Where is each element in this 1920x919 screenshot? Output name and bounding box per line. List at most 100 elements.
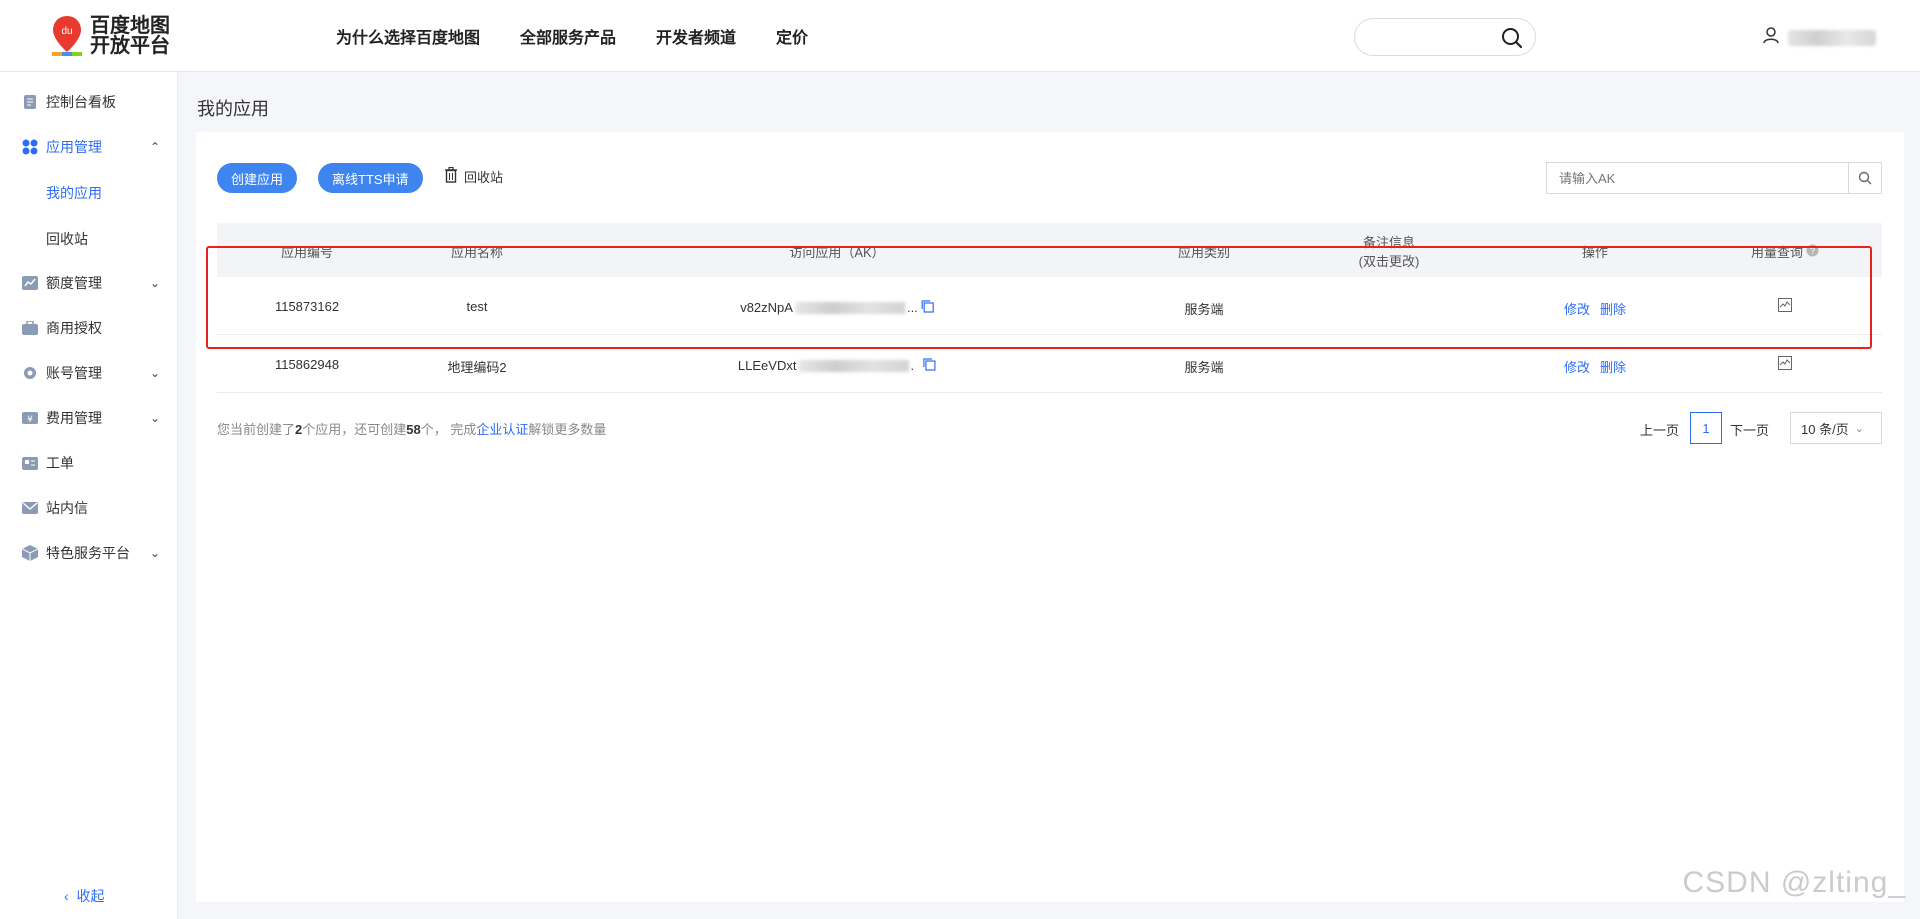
cell-app-type: 服务端	[1184, 302, 1224, 317]
trash-icon	[444, 166, 458, 186]
sidebar-collapse-button[interactable]: ‹ 收起	[64, 886, 104, 906]
ticket-card-icon	[22, 455, 38, 471]
sidebar-item-dashboard[interactable]: 控制台看板	[0, 80, 178, 124]
cell-remark[interactable]	[1309, 299, 1469, 315]
nav-why-baidu-map[interactable]: 为什么选择百度地图	[336, 24, 480, 48]
remark-header-line1: 备注信息	[1362, 235, 1416, 250]
create-app-button[interactable]: 创建应用	[217, 163, 298, 193]
cell-app-id: 115873162	[274, 299, 340, 314]
sidebar-item-label: 控制台看板	[46, 94, 116, 110]
next-page-button[interactable]: 下一页	[1730, 420, 1769, 439]
prev-page-button[interactable]: 上一页	[1640, 420, 1679, 439]
column-header-app-type: 应用类别	[1177, 245, 1231, 260]
sidebar-item-featured-services[interactable]: 特色服务平台 ⌄	[0, 531, 178, 575]
username-redacted	[1788, 29, 1876, 46]
cell-remark[interactable]	[1309, 357, 1469, 373]
quota-text: 个， 完成	[420, 422, 477, 437]
nav-all-products[interactable]: 全部服务产品	[520, 24, 616, 48]
sidebar-item-billing[interactable]: ¥ 费用管理 ⌄	[0, 396, 178, 440]
quota-text: 个应用，还可创建	[302, 422, 407, 437]
nav-developer-channel[interactable]: 开发者频道	[656, 24, 736, 48]
ak-value-prefix: v82zNpA	[740, 300, 793, 315]
table-header: 应用编号 应用名称 访问应用（AK） 应用类别 备注信息 (双击更改) 操作 用…	[217, 223, 1882, 277]
sidebar-item-label: 应用管理	[46, 139, 102, 155]
edit-link[interactable]: 修改	[1564, 357, 1590, 376]
delete-link[interactable]: 删除	[1600, 299, 1626, 318]
cell-app-id: 115862948	[274, 357, 340, 372]
search-icon[interactable]	[1848, 163, 1881, 193]
table-row: 115862948 地理编码2 LLEeVDxt . 服务端 修改 删除	[217, 335, 1882, 393]
chevron-down-icon: ⌄	[149, 276, 160, 290]
apps-icon	[22, 139, 38, 155]
chevron-up-icon: ⌃	[149, 140, 160, 154]
sidebar-item-app-management[interactable]: 应用管理 ⌃	[0, 125, 178, 169]
cell-ak: v82zNpA ...	[740, 299, 934, 316]
collapse-label: 收起	[76, 888, 105, 904]
sidebar-subitem-my-apps[interactable]: 我的应用	[46, 183, 102, 203]
recycle-bin-label: 回收站	[464, 170, 504, 185]
help-icon[interactable]: ?	[1806, 244, 1819, 260]
delete-link[interactable]: 删除	[1600, 357, 1626, 376]
sidebar-item-label: 工单	[46, 455, 74, 471]
usage-header-label: 用量查询	[1750, 245, 1804, 260]
column-header-app-id: 应用编号	[280, 245, 334, 260]
page-number-current[interactable]: 1	[1690, 412, 1722, 444]
sidebar-item-commercial-license[interactable]: 商用授权	[0, 306, 178, 350]
table-row: 115873162 test v82zNpA ... 服务端 修改 删除	[217, 277, 1882, 335]
cell-app-type: 服务端	[1184, 360, 1224, 375]
chevron-down-icon: ⌄	[149, 366, 160, 380]
svg-text:?: ?	[1810, 246, 1815, 256]
cell-ak: LLEeVDxt .	[738, 357, 936, 374]
sidebar-item-quota[interactable]: 额度管理 ⌄	[0, 261, 178, 305]
page-size-select[interactable]: 10 条/页 ⌄	[1790, 412, 1882, 444]
sidebar-item-label: 费用管理	[46, 410, 102, 426]
column-header-actions: 操作	[1581, 245, 1609, 260]
map-pin-logo-icon: du	[50, 14, 84, 58]
recycle-bin-button[interactable]: 回收站	[444, 166, 504, 186]
svg-text:du: du	[61, 26, 72, 37]
sidebar-item-label: 特色服务平台	[46, 545, 130, 561]
user-menu[interactable]	[1762, 26, 1876, 49]
usage-chart-icon[interactable]	[1778, 298, 1792, 312]
sidebar-subitem-recycle-bin[interactable]: 回收站	[46, 229, 88, 249]
top-search-box	[1354, 18, 1536, 56]
edit-link[interactable]: 修改	[1564, 299, 1590, 318]
ak-value-suffix: .	[910, 358, 915, 373]
copy-icon[interactable]	[922, 357, 936, 374]
logo-line2: 开放平台	[90, 35, 170, 57]
top-header: du 百度地图 开放平台 为什么选择百度地图 全部服务产品 开发者频道 定价	[0, 0, 1920, 72]
sidebar-item-account[interactable]: 账号管理 ⌄	[0, 351, 178, 395]
quota-text: 您当前创建了	[217, 422, 296, 437]
cell-app-name: test	[466, 299, 488, 314]
sidebar-item-ticket[interactable]: 工单	[0, 441, 178, 485]
search-icon[interactable]	[1501, 27, 1523, 54]
quota-text: 解锁更多数量	[528, 422, 607, 437]
logo-line1: 百度地图	[90, 15, 170, 37]
page-title: 我的应用	[197, 99, 269, 119]
top-search-input[interactable]	[1369, 27, 1493, 49]
enterprise-auth-link[interactable]: 企业认证	[476, 422, 528, 437]
ak-search-input[interactable]	[1557, 170, 1841, 187]
dashboard-doc-icon	[22, 94, 38, 110]
mail-icon	[22, 500, 38, 516]
app-quota-info: 您当前创建了2个应用，还可创建58个， 完成企业认证解锁更多数量	[217, 419, 606, 438]
sidebar: 控制台看板 应用管理 ⌃ 我的应用 回收站 额度管理 ⌄ 商用授权 账号管理 ⌄…	[0, 72, 178, 919]
sidebar-item-messages[interactable]: 站内信	[0, 486, 178, 530]
copy-icon[interactable]	[920, 299, 934, 316]
sidebar-item-label: 商用授权	[46, 320, 102, 336]
svg-text:¥: ¥	[27, 415, 33, 425]
ak-redacted	[798, 359, 909, 372]
chevron-down-icon: ⌄	[149, 411, 160, 425]
nav-pricing[interactable]: 定价	[776, 24, 808, 48]
cell-actions: 修改 删除	[1564, 299, 1626, 318]
page-size-value: 10 条/页	[1801, 421, 1849, 437]
gear-icon	[22, 365, 38, 381]
chevron-down-icon: ⌄	[149, 546, 160, 560]
sidebar-item-label: 站内信	[46, 500, 88, 516]
column-header-app-name: 应用名称	[450, 245, 504, 260]
offline-tts-apply-button[interactable]: 离线TTS申请	[318, 163, 423, 193]
usage-chart-icon[interactable]	[1778, 356, 1792, 370]
baidu-map-logo[interactable]: du 百度地图 开放平台	[50, 14, 170, 58]
remark-header-line2: (双击更改)	[1358, 254, 1420, 269]
csdn-watermark: CSDN @zlting_	[1682, 866, 1906, 899]
